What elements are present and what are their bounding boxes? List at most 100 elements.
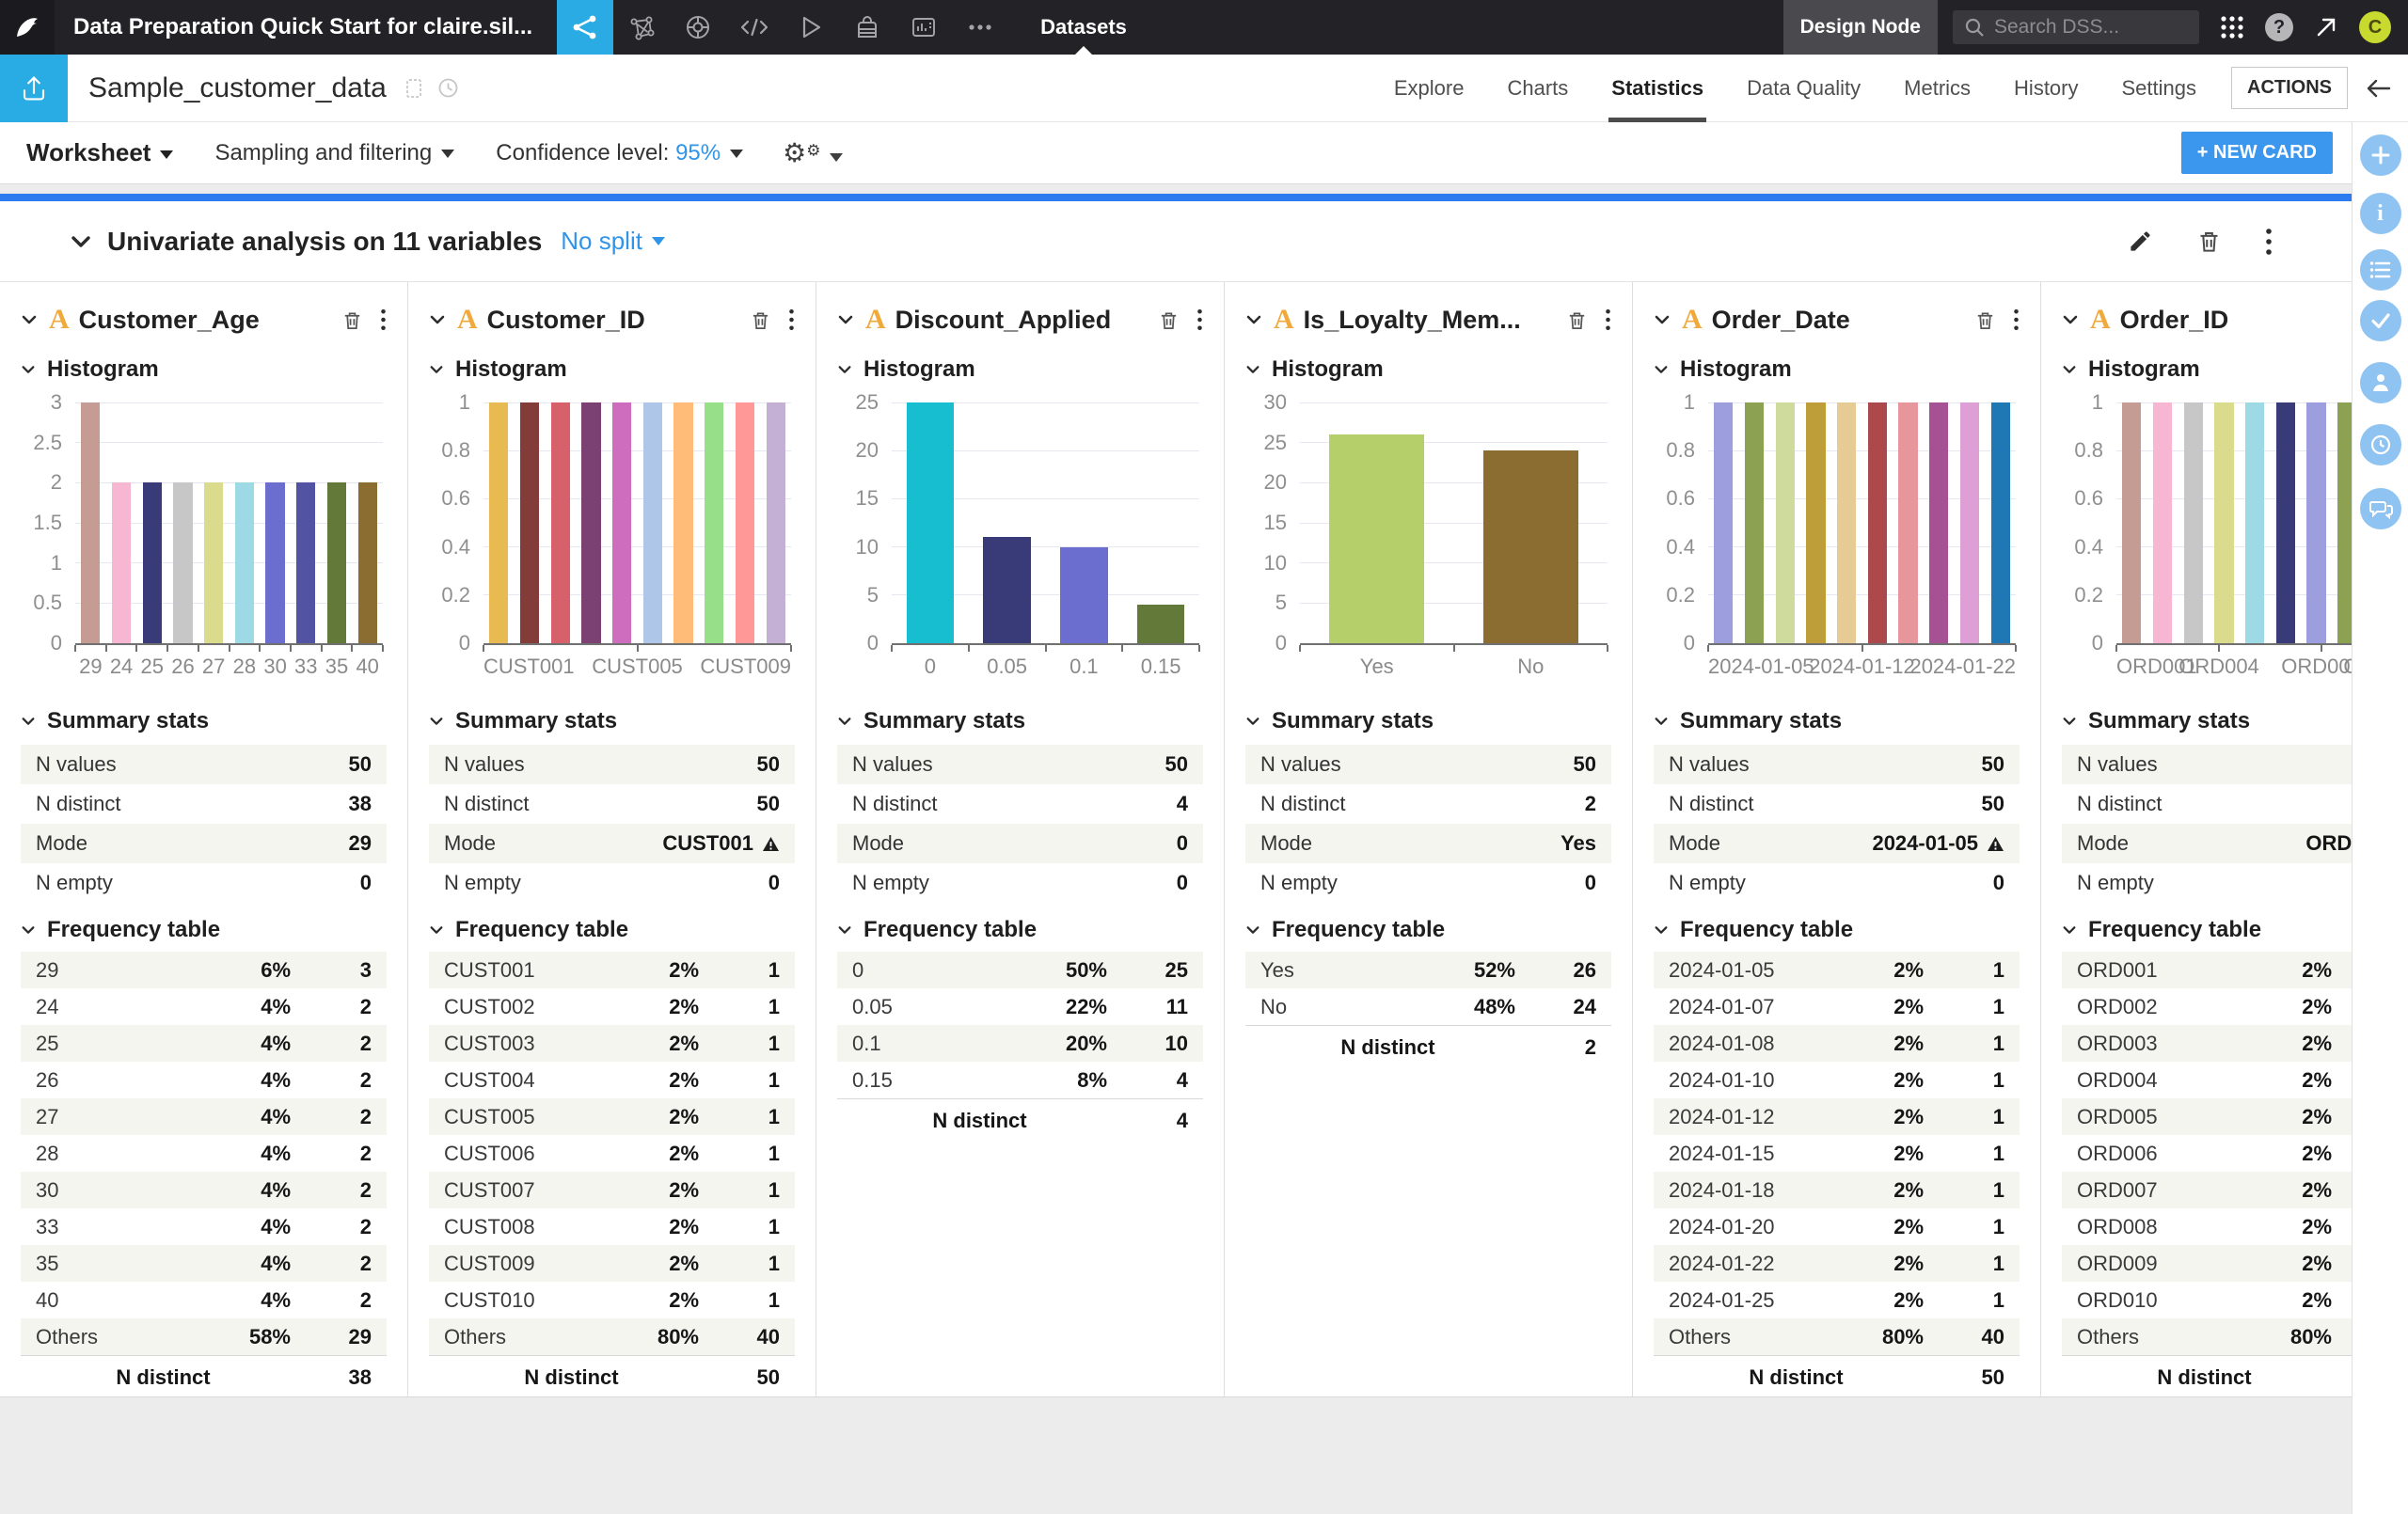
dashboards-icon[interactable]	[895, 0, 952, 55]
card-menu-kebab-icon[interactable]	[1605, 308, 1611, 332]
collapse-card-icon[interactable]	[2062, 311, 2079, 328]
user-avatar[interactable]: C	[2359, 11, 2391, 43]
histogram-bar[interactable]	[327, 482, 346, 643]
tab-explore[interactable]: Explore	[1372, 55, 1486, 122]
bundles-icon[interactable]	[839, 0, 895, 55]
histogram-bar[interactable]	[767, 402, 785, 643]
histogram-bar[interactable]	[1991, 402, 2010, 643]
sampling-filtering-menu[interactable]: Sampling and filtering	[214, 140, 454, 166]
histogram-bar[interactable]	[983, 537, 1031, 643]
worksheet-menu[interactable]: Worksheet	[26, 138, 173, 167]
histogram-bar[interactable]	[581, 402, 600, 643]
histogram-bar[interactable]	[2214, 402, 2233, 643]
apps-grid-icon[interactable]	[2220, 15, 2244, 39]
histogram-bar[interactable]	[520, 402, 539, 643]
histogram-bar[interactable]	[143, 482, 162, 643]
collapse-section-icon[interactable]	[1654, 714, 1669, 729]
histogram-bar[interactable]	[2245, 402, 2264, 643]
delete-card-icon[interactable]	[1566, 309, 1588, 331]
histogram-bar[interactable]	[2122, 402, 2141, 643]
histogram-bar[interactable]	[1137, 605, 1185, 643]
histogram-bar[interactable]	[1806, 402, 1825, 643]
histogram-bar[interactable]	[1929, 402, 1948, 643]
collapse-section-icon[interactable]	[1245, 714, 1260, 729]
histogram-bar[interactable]	[551, 402, 570, 643]
delete-analysis-trash-icon[interactable]	[2196, 229, 2222, 254]
open-in-icon[interactable]	[2314, 15, 2338, 39]
collapse-card-icon[interactable]	[1245, 311, 1262, 328]
delete-card-icon[interactable]	[1158, 309, 1180, 331]
collapse-section-icon[interactable]	[429, 714, 444, 729]
tab-settings[interactable]: Settings	[2100, 55, 2219, 122]
histogram-bar[interactable]	[1868, 402, 1887, 643]
histogram-bar[interactable]	[907, 402, 955, 643]
histogram-bar[interactable]	[112, 482, 131, 643]
edit-analysis-pencil-icon[interactable]	[2128, 229, 2153, 254]
card-menu-kebab-icon[interactable]	[1196, 308, 1203, 332]
histogram-bar[interactable]	[2153, 402, 2172, 643]
collapse-section-icon[interactable]	[429, 923, 444, 938]
help-icon[interactable]: ?	[2265, 13, 2293, 41]
lab-icon[interactable]	[2360, 362, 2401, 403]
collapse-section-icon[interactable]	[21, 714, 36, 729]
breadcrumb-datasets[interactable]: Datasets	[1031, 0, 1136, 55]
histogram-bar[interactable]	[296, 482, 315, 643]
more-icon[interactable]	[952, 0, 1008, 55]
histogram-bar[interactable]	[81, 402, 100, 643]
histogram-bar[interactable]	[2306, 402, 2325, 643]
collapse-card-icon[interactable]	[21, 311, 38, 328]
histogram-bar[interactable]	[235, 482, 254, 643]
add-icon[interactable]	[2360, 134, 2401, 176]
code-icon[interactable]	[726, 0, 783, 55]
collapse-card-icon[interactable]	[1654, 311, 1671, 328]
jobs-icon[interactable]	[783, 0, 839, 55]
collapse-section-icon[interactable]	[21, 362, 36, 377]
card-menu-kebab-icon[interactable]	[788, 308, 795, 332]
histogram-bar[interactable]	[1776, 402, 1795, 643]
histogram-bar[interactable]	[2184, 402, 2203, 643]
actions-button[interactable]: ACTIONS	[2231, 67, 2348, 109]
lab-icon[interactable]	[613, 0, 670, 55]
delete-card-icon[interactable]	[341, 309, 363, 331]
histogram-bar[interactable]	[1714, 402, 1733, 643]
collapse-section-icon[interactable]	[1245, 362, 1260, 377]
timeline-icon[interactable]	[2360, 424, 2401, 465]
flow-icon[interactable]	[557, 0, 613, 55]
dataiku-logo[interactable]	[0, 0, 55, 55]
histogram-bar[interactable]	[1329, 434, 1424, 643]
tab-charts[interactable]: Charts	[1485, 55, 1590, 122]
histogram-bar[interactable]	[643, 402, 662, 643]
uploaded-dataset-icon[interactable]	[0, 55, 68, 122]
histogram-bar[interactable]	[1745, 402, 1764, 643]
confidence-level-menu[interactable]: Confidence level: 95%	[496, 140, 743, 166]
delete-card-icon[interactable]	[750, 309, 771, 331]
tab-metrics[interactable]: Metrics	[1882, 55, 1992, 122]
histogram-bar[interactable]	[1960, 402, 1979, 643]
discussions-icon[interactable]	[2360, 488, 2401, 529]
histogram-bar[interactable]	[1898, 402, 1917, 643]
collapse-section-icon[interactable]	[429, 362, 444, 377]
delete-card-icon[interactable]	[1974, 309, 1996, 331]
new-card-button[interactable]: + NEW CARD	[2181, 132, 2333, 174]
tab-history[interactable]: History	[1992, 55, 2099, 122]
build-status-icon[interactable]	[437, 77, 459, 100]
histogram-bar[interactable]	[2337, 402, 2352, 643]
histogram-bar[interactable]	[673, 402, 692, 643]
histogram-bar[interactable]	[265, 482, 284, 643]
collapse-section-icon[interactable]	[1654, 362, 1669, 377]
catalog-icon[interactable]	[670, 0, 726, 55]
collapse-card-icon[interactable]	[837, 311, 854, 328]
card-menu-kebab-icon[interactable]	[2013, 308, 2020, 332]
collapse-section-icon[interactable]	[837, 714, 852, 729]
histogram-bar[interactable]	[1483, 450, 1578, 643]
histogram-bar[interactable]	[173, 482, 192, 643]
collapse-analysis-icon[interactable]	[70, 230, 92, 253]
histogram-bar[interactable]	[2276, 402, 2295, 643]
collapse-section-icon[interactable]	[837, 923, 852, 938]
collapse-section-icon[interactable]	[1654, 923, 1669, 938]
collapse-card-icon[interactable]	[429, 311, 446, 328]
collapse-section-icon[interactable]	[837, 362, 852, 377]
histogram-bar[interactable]	[358, 482, 377, 643]
split-selector[interactable]: No split	[561, 227, 665, 256]
project-title[interactable]: Data Preparation Quick Start for claire.…	[73, 14, 532, 40]
